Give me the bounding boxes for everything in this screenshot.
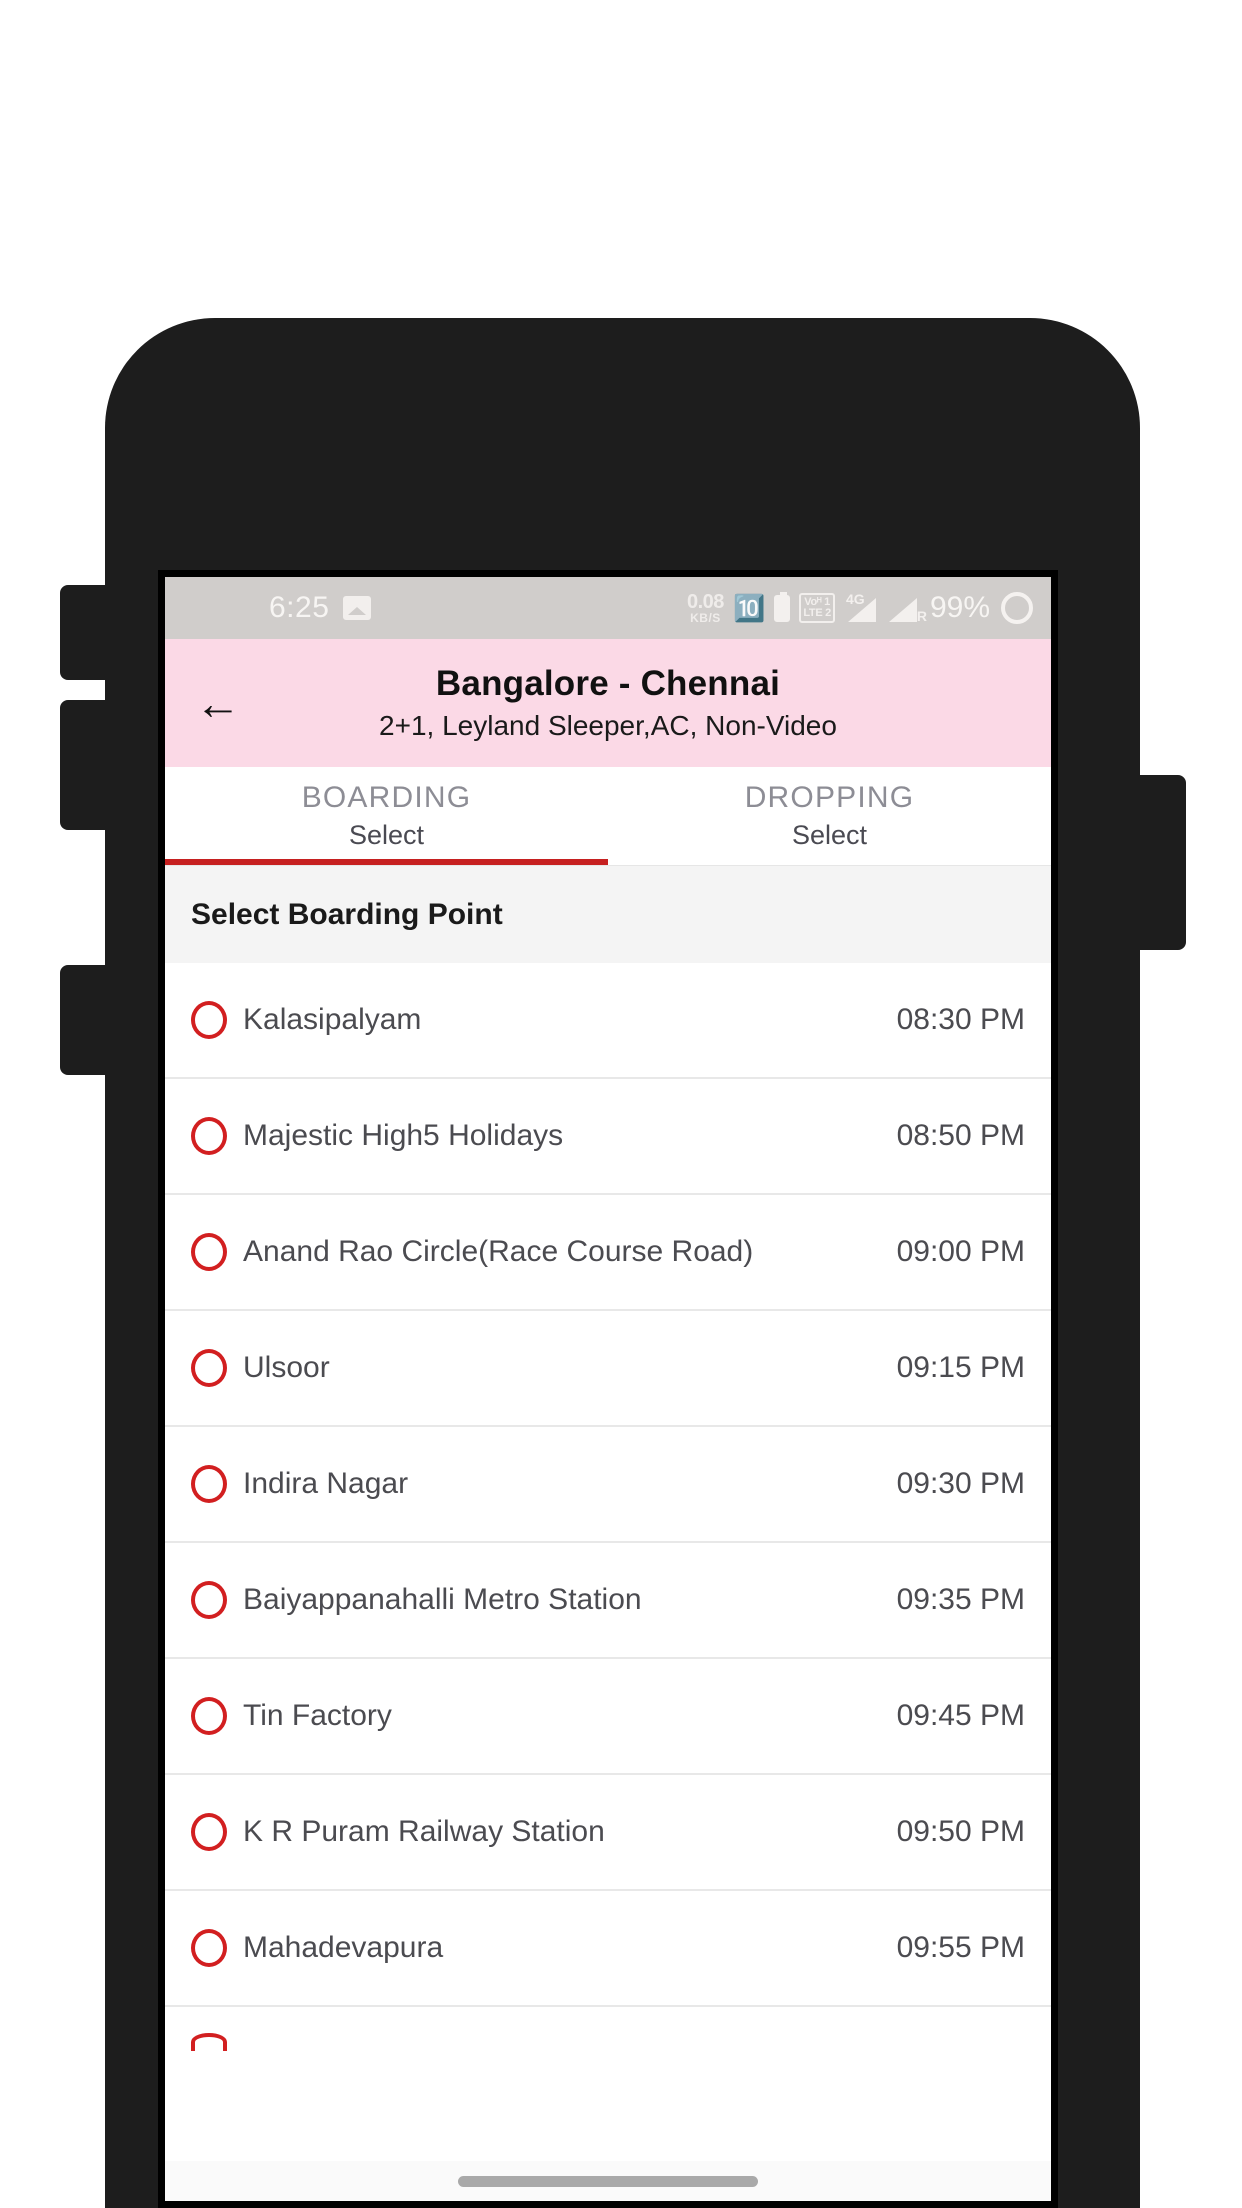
app-bar-title-group: Bangalore - Chennai 2+1, Leyland Sleeper… (165, 639, 1051, 767)
boarding-point-row[interactable]: Indira Nagar 09:30 PM (165, 1427, 1051, 1543)
page-title: Bangalore - Chennai (435, 664, 781, 703)
radio-button-icon[interactable] (191, 1001, 227, 1039)
tab-boarding-title: BOARDING (301, 781, 472, 814)
boarding-point-row[interactable]: Anand Rao Circle(Race Course Road) 09:00 … (165, 1195, 1051, 1311)
boarding-point-time: 09:00 PM (896, 1235, 1025, 1268)
app-bar: ← Bangalore - Chennai 2+1, Leyland Sleep… (165, 639, 1051, 767)
volume-up-button[interactable] (60, 585, 110, 680)
status-bar-right: 0.08 KB/S 🔟 Voᴴ 1 LTE 2 4G R 99% (687, 591, 1033, 625)
side-button-extra[interactable] (60, 965, 110, 1075)
radio-button-icon[interactable] (191, 1349, 227, 1387)
signal-bars-2 (888, 598, 917, 622)
boarding-point-row[interactable]: Kalasipalyam 08:30 PM (165, 963, 1051, 1079)
tab-boarding[interactable]: BOARDING Select (165, 767, 608, 865)
boarding-point-row-partial[interactable] (165, 2007, 1051, 2077)
page-subtitle: 2+1, Leyland Sleeper,AC, Non-Video (379, 710, 837, 741)
boarding-point-row[interactable]: Tin Factory 09:45 PM (165, 1659, 1051, 1775)
status-bar-clock: 6:25 (269, 591, 330, 624)
tab-dropping[interactable]: DROPPING Select (608, 767, 1051, 865)
boarding-point-row[interactable]: Ulsoor 09:15 PM (165, 1311, 1051, 1427)
phone-screen: 6:25 0.08 KB/S 🔟 Voᴴ 1 LTE 2 4G R 99% ← … (158, 570, 1058, 2208)
radio-button-icon[interactable] (191, 1233, 227, 1271)
volume-down-button[interactable] (60, 700, 110, 830)
tab-boarding-value: Select (348, 820, 425, 850)
boarding-point-list: Kalasipalyam 08:30 PM Majestic High5 Holid… (165, 963, 1051, 2077)
battery-percent-label: 99% (929, 591, 990, 624)
section-header: Select Boarding Point (165, 865, 1051, 963)
gesture-bar-area (165, 2161, 1051, 2201)
radio-button-icon[interactable] (191, 1581, 227, 1619)
boarding-point-name: K R Puram Railway Station (243, 1814, 605, 1848)
status-bar: 6:25 0.08 KB/S 🔟 Voᴴ 1 LTE 2 4G R 99% (165, 577, 1051, 639)
boarding-point-name: Baiyappanahalli Metro Station (243, 1582, 642, 1616)
boarding-point-row[interactable]: Majestic High5 Holidays 08:50 PM (165, 1079, 1051, 1195)
tab-dropping-title: DROPPING (744, 781, 915, 814)
bluetooth-icon: 🔟 (732, 593, 766, 623)
boarding-point-time: 08:30 PM (896, 1003, 1025, 1036)
radio-button-icon[interactable] (191, 1929, 227, 1967)
radio-button-icon[interactable] (191, 1465, 227, 1503)
roaming-label: R (916, 608, 927, 624)
boarding-point-row[interactable]: Baiyappanahalli Metro Station 09:35 PM (165, 1543, 1051, 1659)
boarding-point-name: Indira Nagar (243, 1466, 409, 1500)
battery-circle-icon (1001, 592, 1033, 624)
boarding-point-time: 09:35 PM (896, 1583, 1025, 1616)
boarding-point-time: 09:50 PM (896, 1815, 1025, 1848)
boarding-point-row[interactable]: K R Puram Railway Station 09:50 PM (165, 1775, 1051, 1891)
volte-line-2: LTE 2 (803, 607, 831, 619)
boarding-point-time: 08:50 PM (896, 1119, 1025, 1152)
signal-bars-1 (847, 598, 876, 622)
boarding-point-name: Anand Rao Circle(Race Course Road) (243, 1234, 754, 1268)
status-bar-left: 6:25 (269, 591, 372, 625)
section-header-label: Select Boarding Point (191, 897, 503, 931)
data-rate-unit: KB/S (690, 611, 721, 625)
boarding-point-time: 09:55 PM (896, 1931, 1025, 1964)
radio-button-icon[interactable] (191, 1697, 227, 1735)
photo-icon (343, 596, 372, 620)
power-button[interactable] (1136, 775, 1186, 950)
radio-button-icon[interactable] (191, 1117, 227, 1155)
boarding-point-name: Kalasipalyam (243, 1002, 422, 1036)
boarding-point-time: 09:15 PM (896, 1351, 1025, 1384)
boarding-point-name: Majestic High5 Holidays (243, 1118, 564, 1152)
signal-strength-icon-sim1: 4G (844, 591, 876, 622)
home-indicator[interactable] (458, 2175, 758, 2187)
boarding-point-name: Ulsoor (243, 1350, 330, 1384)
radio-button-icon[interactable] (191, 1813, 227, 1851)
tab-dropping-value: Select (791, 820, 868, 850)
screenshot-canvas: 6:25 0.08 KB/S 🔟 Voᴴ 1 LTE 2 4G R 99% ← … (0, 0, 1242, 2208)
data-rate-indicator: 0.08 KB/S (687, 592, 724, 624)
data-rate-value: 0.08 (687, 591, 724, 613)
boarding-point-name: Tin Factory (243, 1698, 392, 1732)
volte-icon: Voᴴ 1 LTE 2 (799, 593, 835, 623)
usb-battery-icon (774, 591, 791, 622)
tab-bar: BOARDING Select DROPPING Select (165, 767, 1051, 865)
boarding-point-time: 09:30 PM (896, 1467, 1025, 1500)
signal-strength-icon-sim2: R (885, 594, 927, 624)
radio-button-icon[interactable] (191, 2033, 227, 2051)
boarding-point-name: Mahadevapura (243, 1930, 444, 1964)
boarding-point-row[interactable]: Mahadevapura 09:55 PM (165, 1891, 1051, 2007)
boarding-point-time: 09:45 PM (896, 1699, 1025, 1732)
back-arrow-icon[interactable]: ← (195, 680, 255, 726)
